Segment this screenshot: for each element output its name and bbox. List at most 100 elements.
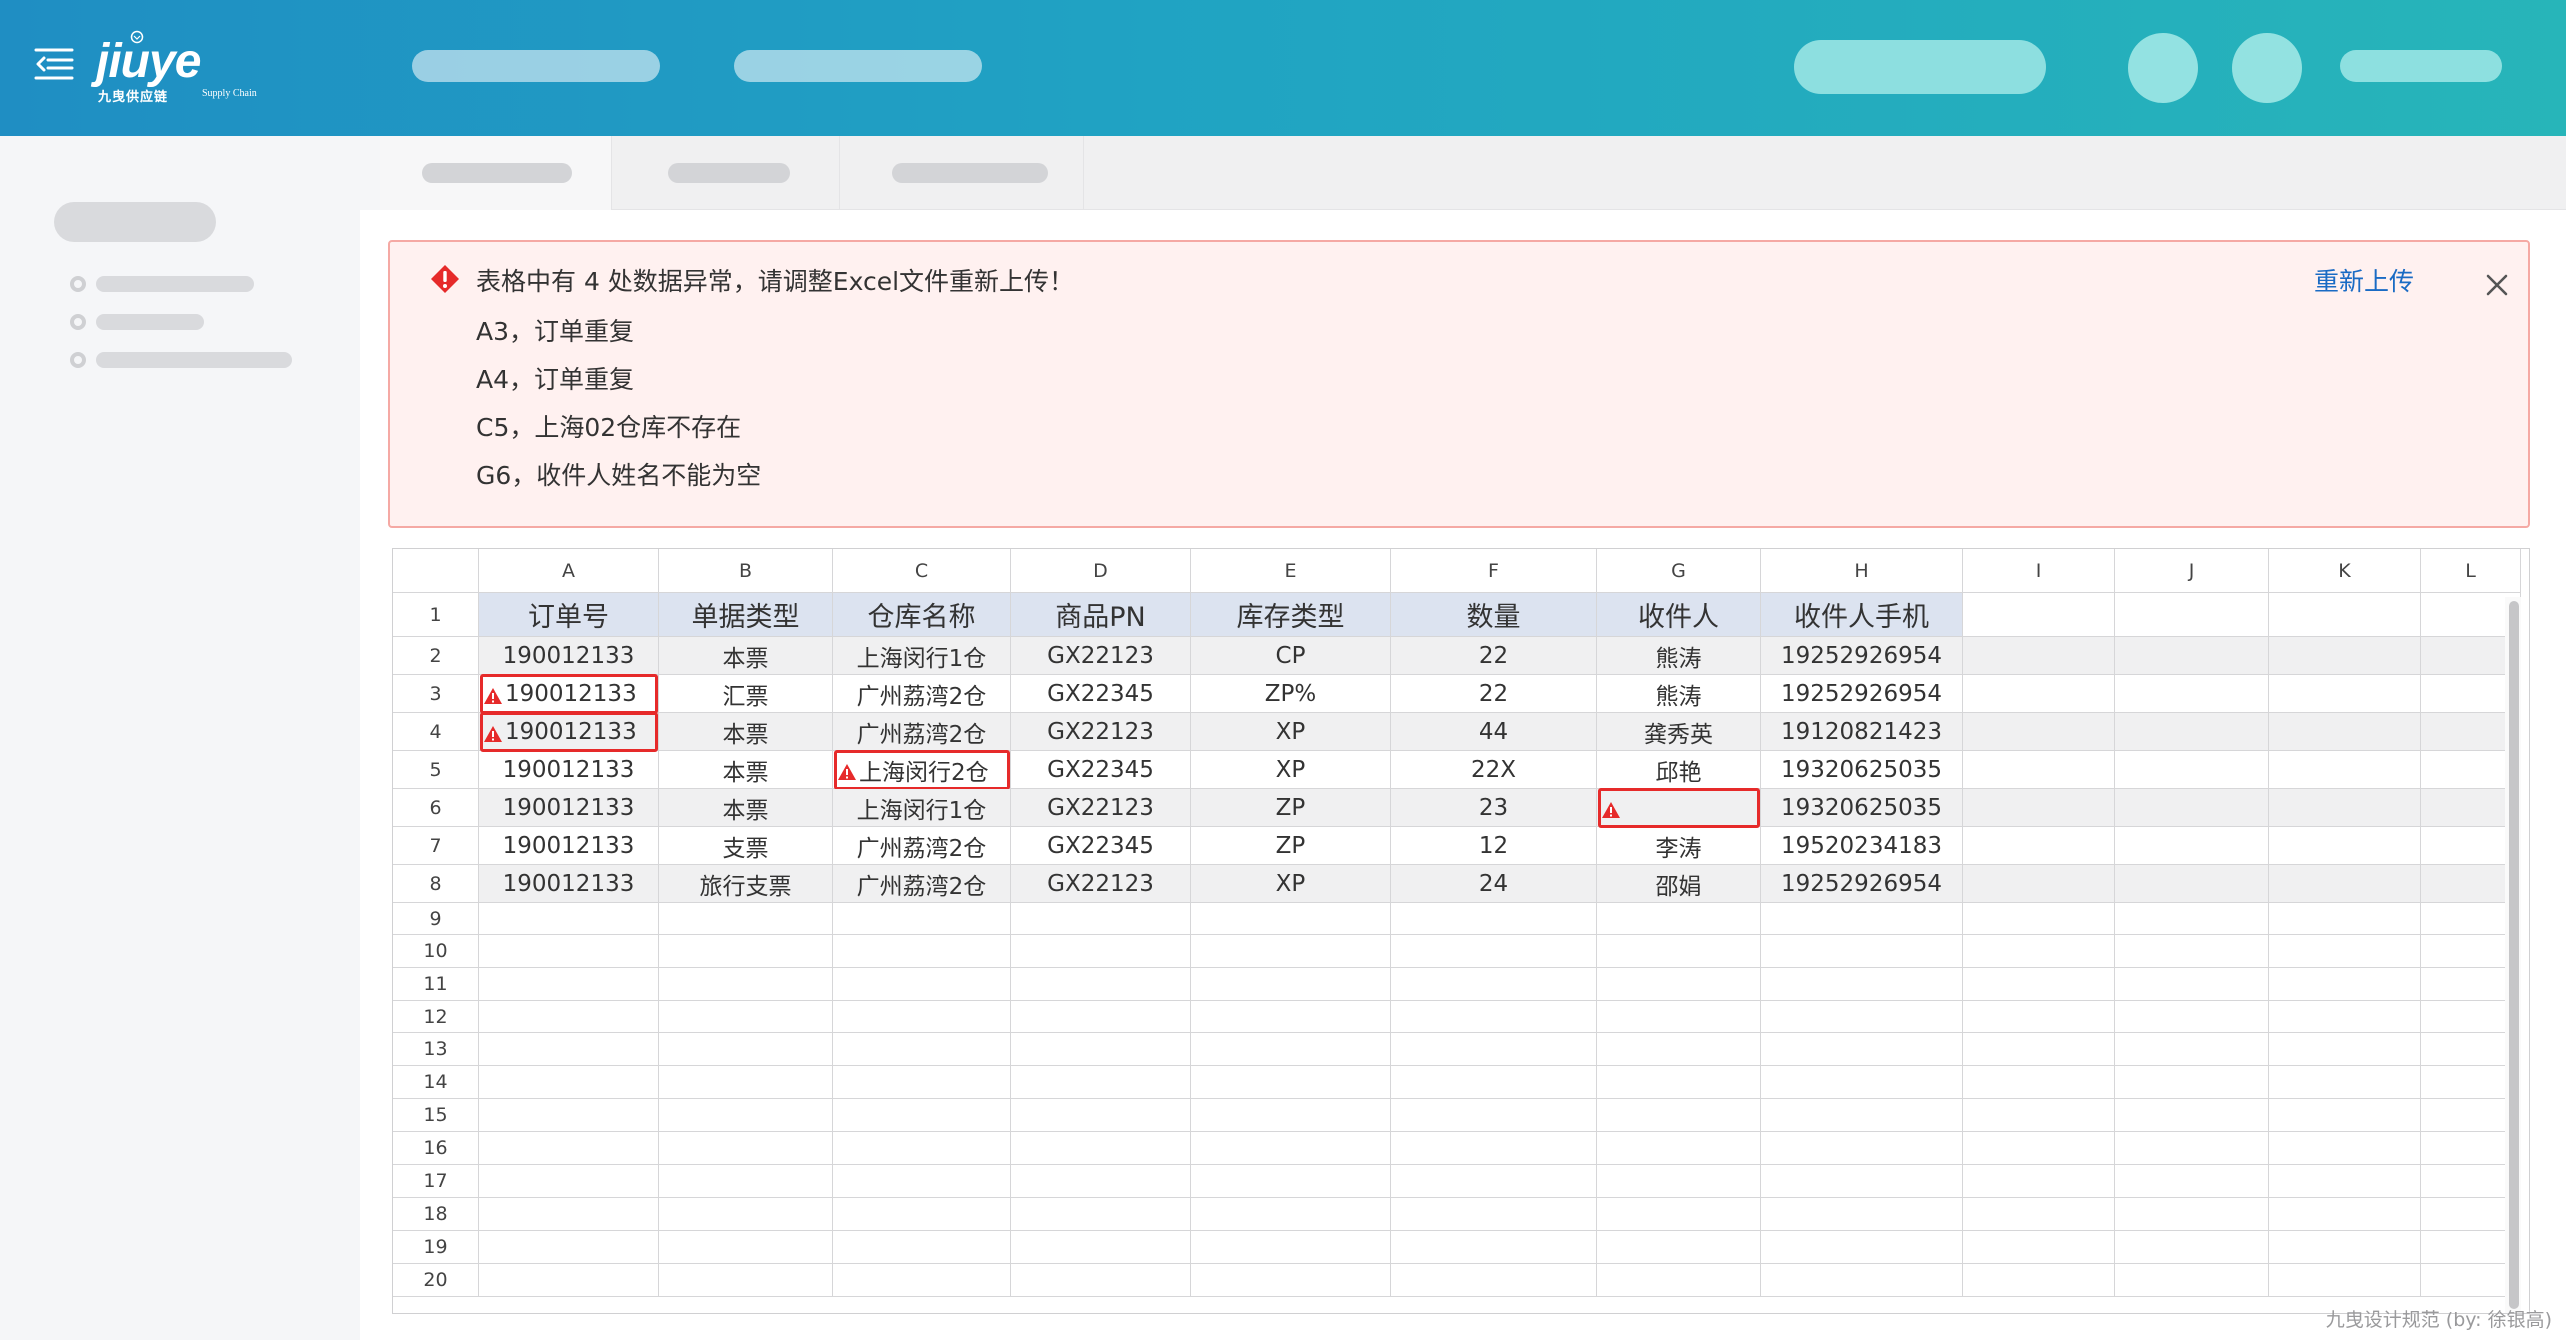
table-cell[interactable] [1761, 1132, 1963, 1165]
table-cell[interactable] [2115, 827, 2269, 865]
table-cell[interactable]: 龚秀英 [1597, 713, 1761, 751]
table-cell[interactable] [1011, 1264, 1191, 1297]
table-cell[interactable] [659, 1099, 833, 1132]
table-cell[interactable] [1191, 1198, 1391, 1231]
table-cell[interactable] [2269, 968, 2421, 1001]
table-header-cell[interactable]: 单据类型 [659, 593, 833, 637]
table-cell[interactable] [2269, 751, 2421, 789]
table-cell[interactable] [2115, 751, 2269, 789]
table-cell[interactable] [659, 1264, 833, 1297]
table-cell[interactable] [2269, 637, 2421, 675]
table-cell[interactable] [659, 968, 833, 1001]
table-cell[interactable]: 190012133 [479, 789, 659, 827]
header-search[interactable] [1794, 40, 2046, 94]
row-header-7[interactable]: 7 [393, 827, 479, 865]
row-header-17[interactable]: 17 [393, 1165, 479, 1198]
column-header-l[interactable]: L [2421, 549, 2521, 593]
table-cell[interactable] [1963, 968, 2115, 1001]
table-cell[interactable] [2115, 865, 2269, 903]
row-header-3[interactable]: 3 [393, 675, 479, 713]
table-cell[interactable]: 23 [1391, 789, 1597, 827]
table-cell[interactable] [1391, 1264, 1597, 1297]
table-cell[interactable]: GX22345 [1011, 675, 1191, 713]
table-cell[interactable]: 汇票 [659, 675, 833, 713]
table-header-cell[interactable]: 收件人手机 [1761, 593, 1963, 637]
table-cell[interactable] [1963, 1198, 2115, 1231]
table-cell[interactable]: ZP [1191, 789, 1391, 827]
table-cell[interactable] [1191, 1033, 1391, 1066]
table-cell[interactable] [1391, 1132, 1597, 1165]
row-header-18[interactable]: 18 [393, 1198, 479, 1231]
table-cell[interactable]: 24 [1391, 865, 1597, 903]
column-header-j[interactable]: J [2115, 549, 2269, 593]
table-cell[interactable] [1963, 1066, 2115, 1099]
table-cell[interactable]: GX22345 [1011, 751, 1191, 789]
table-cell[interactable] [1963, 675, 2115, 713]
table-cell[interactable]: 广州荔湾2仓 [833, 865, 1011, 903]
table-cell[interactable] [2269, 1066, 2421, 1099]
sidebar-group-title[interactable] [54, 202, 216, 242]
table-cell[interactable] [479, 903, 659, 935]
table-cell[interactable] [833, 1165, 1011, 1198]
table-cell[interactable] [833, 1099, 1011, 1132]
table-cell[interactable] [1761, 1001, 1963, 1033]
table-cell[interactable]: 广州荔湾2仓 [833, 713, 1011, 751]
table-cell[interactable] [2115, 593, 2269, 637]
table-cell[interactable]: 190012133 [479, 827, 659, 865]
table-cell[interactable]: 22 [1391, 675, 1597, 713]
table-cell[interactable]: 44 [1391, 713, 1597, 751]
table-cell[interactable] [1011, 968, 1191, 1001]
table-cell[interactable]: ZP [1191, 827, 1391, 865]
table-cell[interactable] [1191, 935, 1391, 968]
table-cell[interactable] [833, 903, 1011, 935]
table-cell[interactable] [1011, 1198, 1191, 1231]
table-cell[interactable]: 李涛 [1597, 827, 1761, 865]
table-cell[interactable] [659, 1001, 833, 1033]
table-header-cell[interactable]: 数量 [1391, 593, 1597, 637]
row-header-9[interactable]: 9 [393, 903, 479, 935]
table-cell[interactable]: 熊涛 [1597, 637, 1761, 675]
table-cell[interactable] [1963, 1132, 2115, 1165]
table-cell[interactable] [479, 935, 659, 968]
table-cell[interactable] [2269, 1001, 2421, 1033]
table-cell[interactable]: 本票 [659, 751, 833, 789]
table-cell[interactable] [1761, 903, 1963, 935]
table-cell[interactable] [2269, 935, 2421, 968]
table-cell[interactable] [1597, 1231, 1761, 1264]
table-cell[interactable] [2269, 1099, 2421, 1132]
table-cell[interactable] [479, 1132, 659, 1165]
table-cell[interactable]: 19120821423 [1761, 713, 1963, 751]
error-cell[interactable]: 190012133 [479, 675, 659, 713]
table-cell[interactable]: 本票 [659, 713, 833, 751]
table-cell[interactable] [833, 1132, 1011, 1165]
column-header-f[interactable]: F [1391, 549, 1597, 593]
row-header-16[interactable]: 16 [393, 1132, 479, 1165]
row-header-20[interactable]: 20 [393, 1264, 479, 1297]
table-cell[interactable] [1391, 903, 1597, 935]
table-cell[interactable] [833, 968, 1011, 1001]
table-cell[interactable] [833, 1066, 1011, 1099]
table-cell[interactable] [1011, 1033, 1191, 1066]
table-cell[interactable] [1761, 1099, 1963, 1132]
table-cell[interactable] [1963, 1264, 2115, 1297]
table-cell[interactable] [833, 1264, 1011, 1297]
table-cell[interactable] [1191, 1099, 1391, 1132]
table-cell[interactable] [1391, 935, 1597, 968]
vertical-scrollbar-thumb[interactable] [2509, 601, 2519, 1309]
table-cell[interactable] [833, 1231, 1011, 1264]
table-cell[interactable] [659, 1231, 833, 1264]
column-header-d[interactable]: D [1011, 549, 1191, 593]
table-cell[interactable] [2115, 1198, 2269, 1231]
row-header-10[interactable]: 10 [393, 935, 479, 968]
user-menu[interactable] [2340, 50, 2502, 82]
table-cell[interactable] [2115, 1264, 2269, 1297]
table-cell[interactable] [2115, 903, 2269, 935]
table-cell[interactable] [1011, 1099, 1191, 1132]
table-cell[interactable] [2115, 713, 2269, 751]
table-cell[interactable] [833, 935, 1011, 968]
table-cell[interactable]: GX22123 [1011, 713, 1191, 751]
table-cell[interactable] [1597, 1033, 1761, 1066]
row-header-14[interactable]: 14 [393, 1066, 479, 1099]
table-cell[interactable] [1011, 1165, 1191, 1198]
table-cell[interactable] [833, 1033, 1011, 1066]
